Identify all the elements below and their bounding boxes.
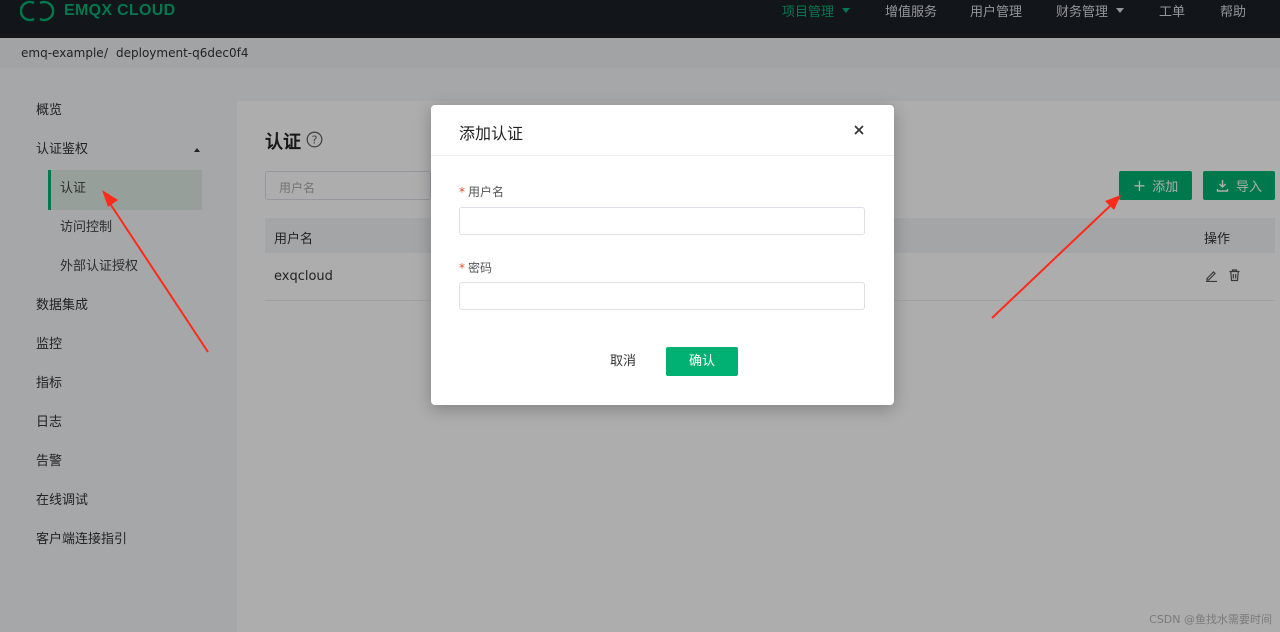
annotation-arrow-line: [108, 201, 209, 353]
annotation-arrows: [102, 190, 1121, 353]
annotation-arrowhead: [102, 190, 118, 207]
watermark: CSDN @鱼找水需要时间: [1149, 613, 1272, 626]
annotation-arrow-line: [991, 205, 1111, 319]
